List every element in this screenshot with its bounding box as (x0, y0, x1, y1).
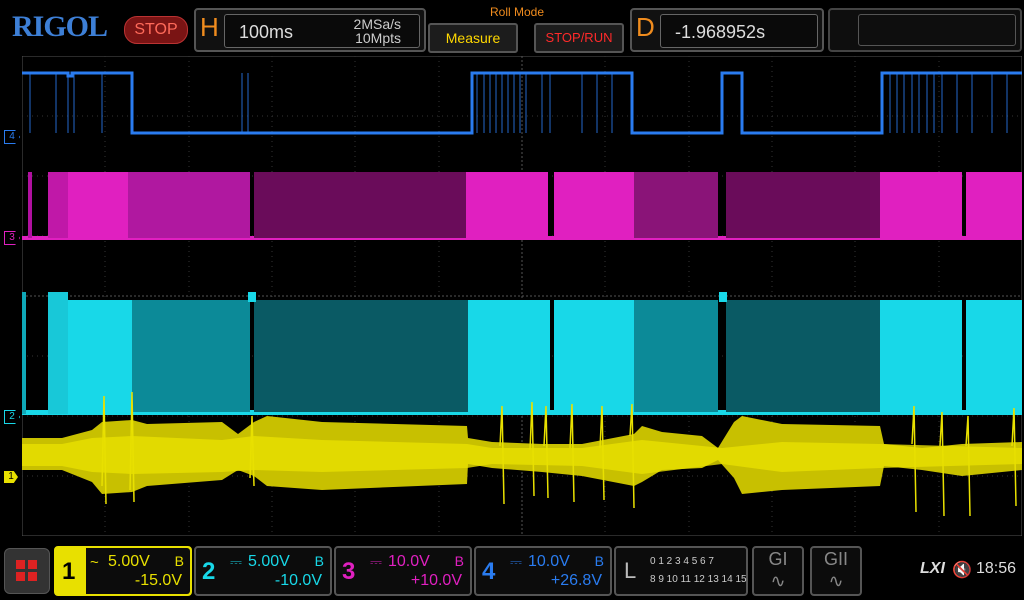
clock: 18:56 (976, 560, 1017, 577)
logic-analyzer-panel[interactable]: L 0 1 2 3 4 5 6 7 8 9 10 11 12 13 14 15 (614, 546, 748, 596)
lxi-icon[interactable]: LXI (920, 560, 945, 578)
run-state-badge[interactable]: STOP (124, 16, 188, 44)
acquisition-mode: Roll Mode (490, 5, 545, 19)
channel-1-panel[interactable]: 1 ~ 5.00V B -15.0V (54, 546, 192, 596)
channel-1-marker[interactable]: 1 (4, 471, 18, 483)
memory-depth: 10Mpts (355, 30, 401, 46)
channel-3-offset: +10.0V (410, 572, 462, 589)
channel-3-bw-limit: B (454, 553, 464, 569)
delay-panel[interactable]: D -1.968952s (630, 8, 824, 52)
channel-1-scale: 5.00V (108, 553, 150, 570)
channel-3-number: 3 (342, 558, 356, 585)
horizontal-panel[interactable]: H 100ms 2MSa/s 10Mpts (194, 8, 426, 52)
dc-coupling-icon: ⎓ (370, 554, 382, 571)
dc-coupling-icon: ⎓ (230, 554, 242, 571)
sine-wave-icon: ∿ (828, 571, 844, 591)
timebase-value: 100ms (239, 22, 294, 42)
channel-2-panel[interactable]: 2 ⎓ 5.00V B -10.0V (194, 546, 332, 596)
channel-4-marker[interactable]: 4 (4, 130, 20, 144)
channel-1-number: 1 (62, 558, 76, 585)
channel-1-bw-limit: B (174, 553, 184, 569)
sample-rate: 2MSa/s (353, 16, 401, 32)
stop-run-button[interactable]: STOP/RUN (534, 23, 624, 53)
delay-letter: D (636, 12, 655, 42)
channel-3-panel[interactable]: 3 ⎓ 10.0V B +10.0V (334, 546, 472, 596)
channel-2-scale: 5.00V (248, 553, 290, 570)
channel-4-scale: 10.0V (528, 553, 570, 570)
channel-2-offset: -10.0V (274, 572, 322, 589)
channel-4-panel[interactable]: 4 ⎓ 10.0V B +26.8V (474, 546, 612, 596)
channel-2-bw-limit: B (314, 553, 324, 569)
dc-coupling-icon: ⎓ (510, 554, 522, 571)
channel-4-number: 4 (482, 558, 496, 585)
rigol-logo: RIGOL (12, 10, 108, 43)
logic-channels-row-1: 0 1 2 3 4 5 6 7 (650, 556, 714, 567)
sine-wave-icon: ∿ (770, 571, 786, 591)
channel-4-offset: +26.8V (550, 572, 602, 589)
ac-coupling-icon: ~ (90, 554, 99, 571)
delay-value: -1.968952s (675, 22, 766, 42)
channel-1-offset: -15.0V (134, 572, 182, 589)
channel-3-trace (22, 172, 1022, 240)
measure-button[interactable]: Measure (428, 23, 518, 53)
logic-channels-row-2: 8 9 10 11 12 13 14 15 (650, 574, 747, 585)
generator-1-button[interactable]: GI ∿ (752, 546, 804, 596)
channel-1-trace (22, 391, 1022, 517)
waveform-display[interactable] (22, 56, 1022, 536)
speaker-muted-icon[interactable]: 🔇 (952, 560, 972, 580)
top-bar: RIGOL STOP H 100ms 2MSa/s 10Mpts Roll Mo… (0, 0, 1024, 56)
generator-2-button[interactable]: GII ∿ (810, 546, 862, 596)
generator-1-label: GI (768, 549, 788, 569)
logic-label: L (624, 558, 637, 583)
bottom-bar: 1 ~ 5.00V B -15.0V 2 ⎓ 5.00V B -10.0V 3 … (0, 540, 1024, 600)
channel-2-number: 2 (202, 558, 216, 585)
grid-menu-icon[interactable] (4, 548, 50, 594)
channel-4-trace (22, 71, 1022, 135)
channel-2-marker[interactable]: 2 (4, 410, 20, 424)
channel-3-marker[interactable]: 3 (4, 231, 20, 245)
channel-4-bw-limit: B (594, 553, 604, 569)
generator-2-label: GII (823, 549, 848, 569)
channel-3-scale: 10.0V (388, 553, 430, 570)
trigger-status-panel[interactable] (828, 8, 1022, 52)
horizontal-letter: H (200, 12, 219, 42)
